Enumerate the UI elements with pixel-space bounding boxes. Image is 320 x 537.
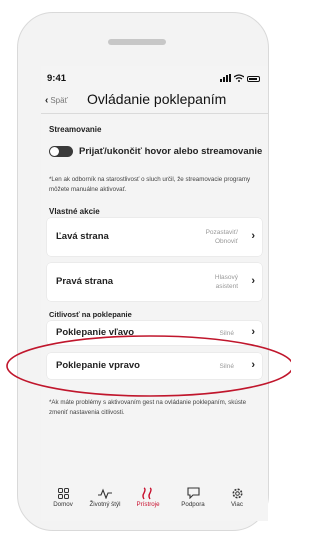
tab-devices-label: Prístroje xyxy=(136,501,160,508)
wifi-icon xyxy=(234,74,244,82)
sensitivity-right-label: Poklepanie vpravo xyxy=(56,360,140,371)
streaming-toggle-label: Prijať/ukončiť hovor alebo streamovanie xyxy=(79,146,263,157)
chevron-right-icon: › xyxy=(251,230,255,242)
tab-home[interactable]: Domov xyxy=(43,486,83,508)
streaming-toggle[interactable] xyxy=(49,146,73,157)
chevron-right-icon: › xyxy=(251,275,255,287)
status-icons xyxy=(220,74,260,82)
custom-action-right-label: Pravá strana xyxy=(56,276,114,287)
signal-icon xyxy=(220,74,231,82)
custom-action-right-value: Hlasový asistent xyxy=(214,274,238,290)
custom-action-right-row[interactable]: Pravá strana Hlasový asistent › xyxy=(47,263,262,301)
page-title: Ovládanie poklepaním xyxy=(87,91,227,107)
tab-more-label: Viac xyxy=(231,501,243,508)
tab-support-label: Podpora xyxy=(181,501,205,508)
sensitivity-left-row[interactable]: Poklepanie vľavo Silné › xyxy=(47,321,262,345)
home-grid-icon xyxy=(43,486,83,500)
chat-bubble-icon xyxy=(173,486,213,500)
custom-action-left-row[interactable]: Ľavá strana Pozastaviť/ Obnoviť › xyxy=(47,218,262,256)
activity-icon xyxy=(85,486,125,500)
tab-home-label: Domov xyxy=(53,501,73,508)
gear-icon xyxy=(217,486,257,500)
status-time: 9:41 xyxy=(47,73,67,84)
hearing-aid-icon xyxy=(128,486,168,500)
streaming-note: *Len ak odborník na starostlivosť o sluc… xyxy=(49,176,251,193)
chevron-right-icon: › xyxy=(251,326,255,338)
tab-devices[interactable]: Prístroje xyxy=(128,486,168,508)
tab-lifestyle-label: Životný štýl xyxy=(89,501,121,508)
section-title-streaming: Streamovanie xyxy=(49,125,102,134)
chevron-left-icon: ‹ xyxy=(45,95,49,106)
app-screen: 9:41 ‹ Späť Ovládanie poklepaním Streamov… xyxy=(41,66,268,521)
chevron-right-icon: › xyxy=(251,359,255,371)
tab-support[interactable]: Podpora xyxy=(173,486,213,508)
tab-lifestyle[interactable]: Životný štýl xyxy=(85,486,125,508)
sensitivity-right-value: Silné xyxy=(219,363,234,370)
section-title-sensitivity: Citlivosť na poklepanie xyxy=(49,310,132,319)
back-button[interactable]: ‹ Späť xyxy=(45,95,68,106)
back-label: Späť xyxy=(50,96,68,105)
sensitivity-left-label: Poklepanie vľavo xyxy=(56,327,135,338)
header-divider xyxy=(41,113,268,114)
phone-speaker xyxy=(108,39,166,45)
sensitivity-right-row[interactable]: Poklepanie vpravo Silné › xyxy=(47,353,262,379)
sensitivity-note: *Ak máte problémy s aktivovaním gest na … xyxy=(49,399,247,416)
sensitivity-left-value: Silné xyxy=(219,330,234,337)
status-bar: 9:41 xyxy=(47,73,260,85)
tab-more[interactable]: Viac xyxy=(217,486,257,508)
navigation-bar: ‹ Späť Ovládanie poklepaním xyxy=(45,91,264,109)
tab-bar: Domov Životný štýl Prístroje Podpora Via… xyxy=(41,486,268,521)
streaming-toggle-row[interactable]: Prijať/ukončiť hovor alebo streamovanie xyxy=(49,146,262,157)
battery-icon xyxy=(247,76,260,82)
custom-action-left-value: Pozastaviť/ Obnoviť xyxy=(205,229,238,245)
custom-action-left-label: Ľavá strana xyxy=(56,231,109,242)
section-title-custom-actions: Vlastné akcie xyxy=(49,207,100,216)
